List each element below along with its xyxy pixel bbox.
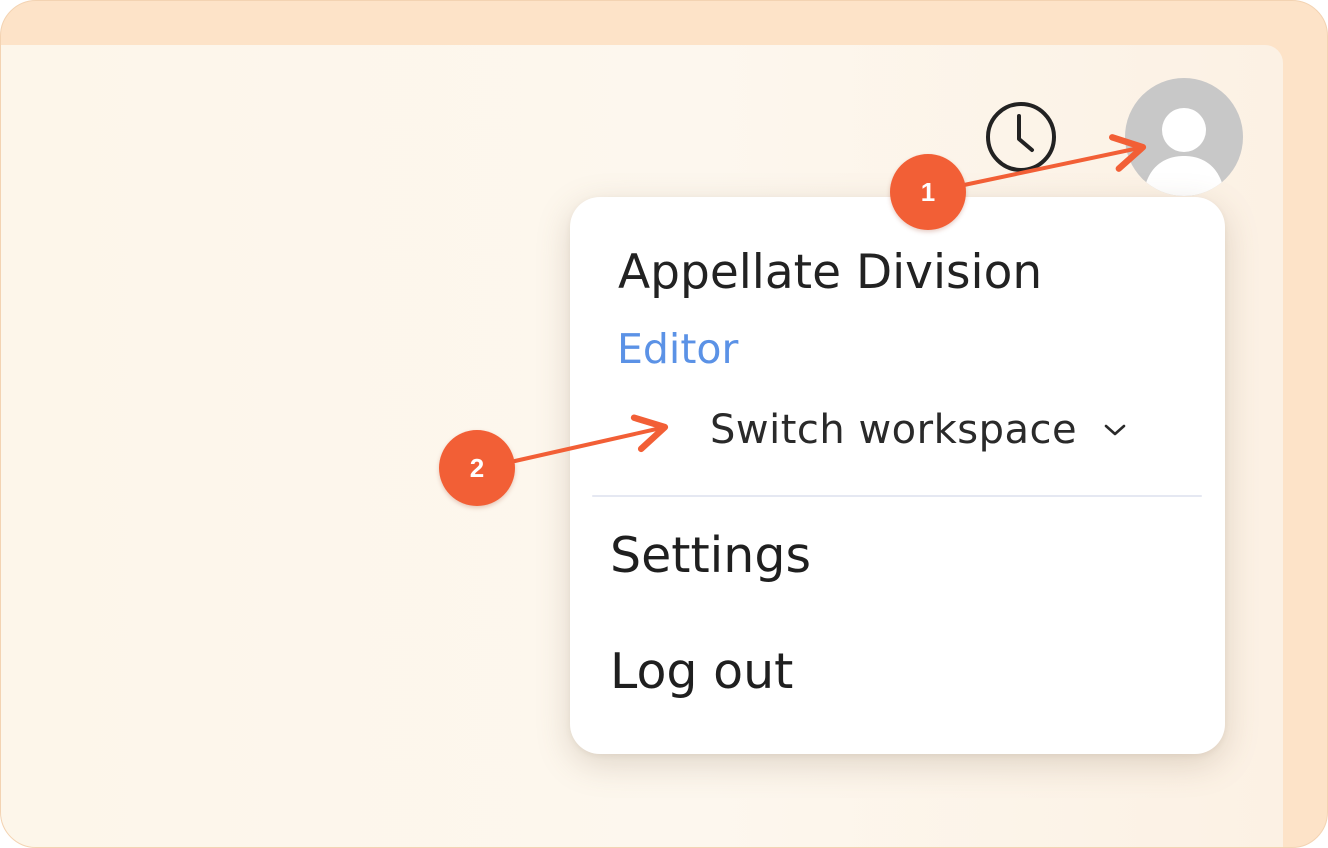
switch-workspace-label: Switch workspace [710, 407, 1078, 453]
clock-icon[interactable] [985, 101, 1057, 173]
step-badge-2: 2 [439, 430, 515, 506]
logout-menu-item[interactable]: Log out [610, 643, 793, 700]
chevron-down-icon [1104, 424, 1126, 436]
user-role: Editor [617, 325, 739, 373]
menu-divider [592, 495, 1202, 497]
screenshot-frame: Appellate Division Editor Switch workspa… [0, 0, 1328, 848]
settings-menu-item[interactable]: Settings [610, 527, 811, 584]
workspace-name: Appellate Division [618, 245, 1043, 300]
switch-workspace-button[interactable]: Switch workspace [710, 397, 1170, 463]
account-dropdown-menu: Appellate Division Editor Switch workspa… [570, 197, 1225, 754]
user-avatar-icon [1143, 108, 1225, 196]
avatar[interactable] [1125, 78, 1243, 196]
step-badge-1: 1 [890, 154, 966, 230]
